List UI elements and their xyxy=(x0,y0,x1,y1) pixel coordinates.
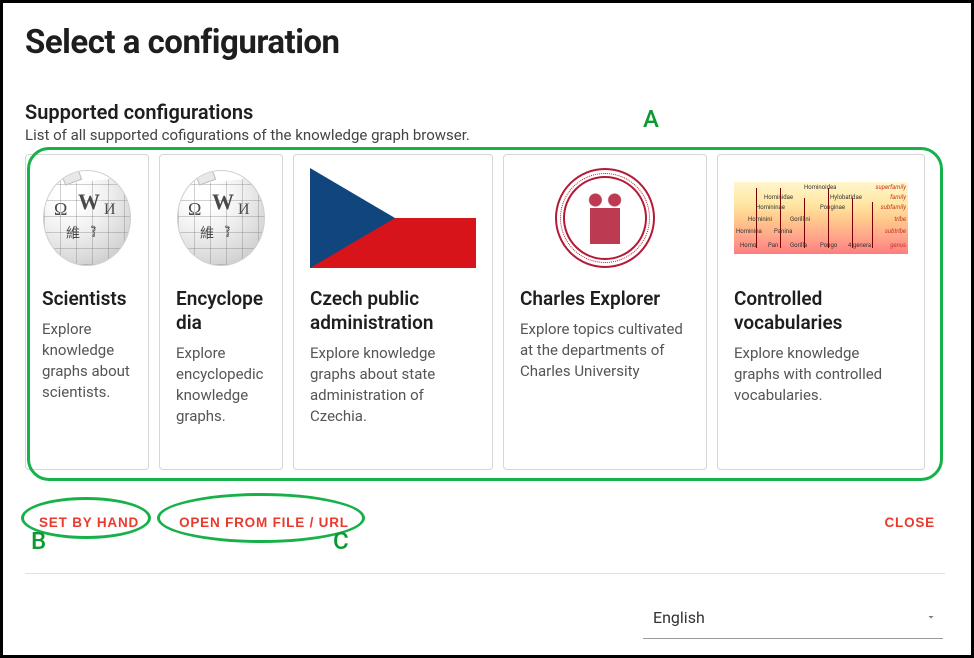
taxonomy-table-icon: Hominoidea Hominidae Hylobatidae Hominin… xyxy=(734,169,908,267)
wikipedia-globe-icon: Ω W И 維 វិ xyxy=(176,169,266,267)
card-description: Explore topics cultivated at the departm… xyxy=(520,319,690,382)
chevron-down-icon xyxy=(925,608,937,627)
card-description: Explore encyclopedic knowledge graphs. xyxy=(176,343,266,427)
section-description: List of all supported cofigurations of t… xyxy=(25,126,949,144)
card-description: Explore knowledge graphs about scientist… xyxy=(42,319,132,403)
card-title: Controlled vocabularies xyxy=(734,287,908,335)
config-card-list: Ω W И 維 វិ Scientists Explore knowledge … xyxy=(25,154,949,470)
config-card-encyclopedia[interactable]: Ω W И 維 វិ Encyclopedia Explore encyclop… xyxy=(159,154,283,470)
card-title: Czech public administration xyxy=(310,287,476,335)
config-card-controlled-vocab[interactable]: Hominoidea Hominidae Hylobatidae Hominin… xyxy=(717,154,925,470)
language-selected-value: English xyxy=(653,608,705,627)
set-by-hand-button[interactable]: SET BY HAND xyxy=(35,509,143,536)
config-card-czech-admin[interactable]: Czech public administration Explore know… xyxy=(293,154,493,470)
dialog-actions: SET BY HAND OPEN FROM FILE / URL CLOSE xyxy=(25,509,945,536)
section-subtitle: Supported configurations xyxy=(25,100,949,124)
card-title: Encyclopedia xyxy=(176,287,266,335)
config-card-charles-explorer[interactable]: Charles Explorer Explore topics cultivat… xyxy=(503,154,707,470)
language-select[interactable]: English xyxy=(643,597,943,639)
charles-university-seal-icon xyxy=(520,169,690,267)
card-description: Explore knowledge graphs about state adm… xyxy=(310,343,476,427)
czech-flag-icon xyxy=(310,169,476,267)
card-title: Scientists xyxy=(42,287,132,311)
page-title: Select a configuration xyxy=(25,23,949,62)
divider xyxy=(25,573,945,574)
open-from-file-button[interactable]: OPEN FROM FILE / URL xyxy=(175,509,353,536)
config-card-scientists[interactable]: Ω W И 維 វិ Scientists Explore knowledge … xyxy=(25,154,149,470)
wikipedia-globe-icon: Ω W И 維 វិ xyxy=(42,169,132,267)
close-button[interactable]: CLOSE xyxy=(880,509,939,536)
card-title: Charles Explorer xyxy=(520,287,690,311)
card-description: Explore knowledge graphs with controlled… xyxy=(734,343,908,406)
